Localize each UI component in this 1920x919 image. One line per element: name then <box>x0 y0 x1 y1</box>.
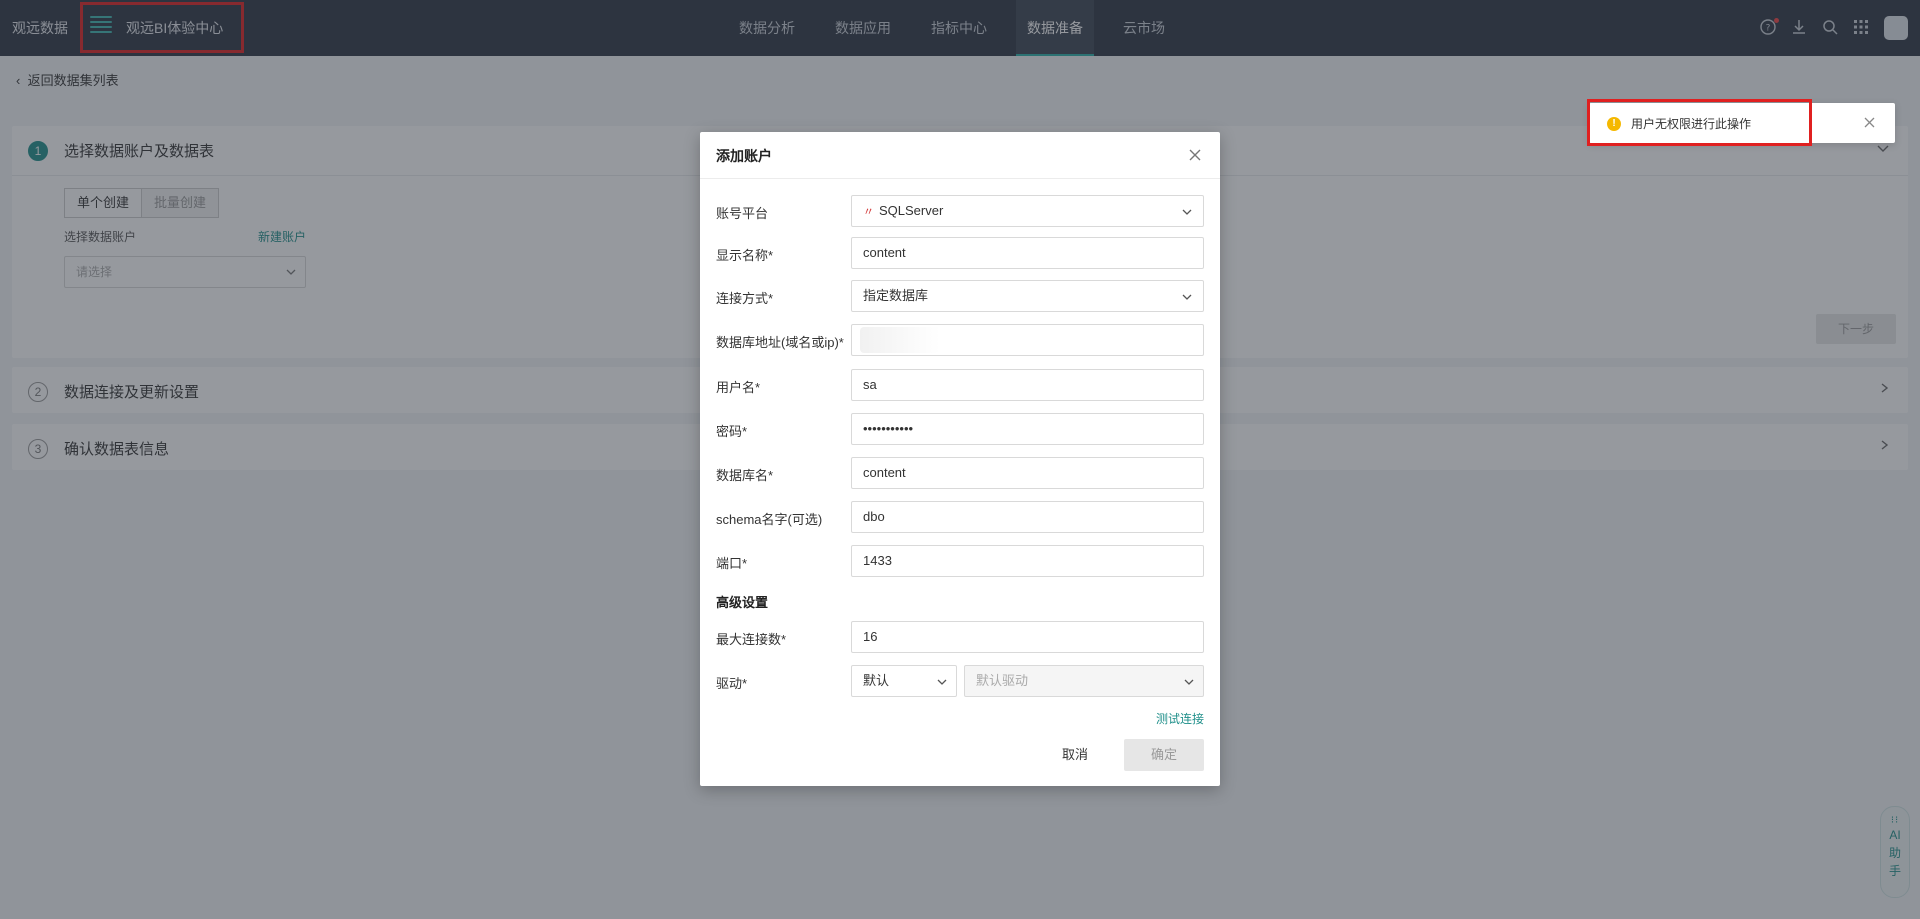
max-conn-input[interactable]: 16 <box>851 621 1204 653</box>
close-icon[interactable] <box>1864 117 1875 128</box>
test-connection-link[interactable]: 测试连接 <box>1156 710 1204 727</box>
driver-select[interactable]: 默认 <box>851 665 957 697</box>
row-platform: 账号平台 〃 SQLServer <box>716 195 1204 227</box>
advanced-settings-title: 高级设置 <box>716 595 769 610</box>
row-port: 端口* 1433 <box>716 545 1204 577</box>
sqlserver-icon: 〃 <box>863 206 874 218</box>
close-icon[interactable] <box>1188 148 1202 162</box>
schema-input[interactable]: dbo <box>851 501 1204 533</box>
db-name-label: 数据库名* <box>716 468 774 483</box>
row-connect-mode: 连接方式* 指定数据库 <box>716 280 1204 312</box>
chevron-down-icon <box>1182 294 1192 300</box>
driver-value: 默认 <box>863 673 890 688</box>
connect-mode-label: 连接方式* <box>716 291 774 306</box>
cancel-button[interactable]: 取消 <box>1045 739 1105 771</box>
chevron-down-icon <box>937 679 947 685</box>
port-label: 端口* <box>716 556 748 571</box>
driver-detail-select[interactable]: 默认驱动 <box>964 665 1204 697</box>
port-input[interactable]: 1433 <box>851 545 1204 577</box>
password-label: 密码* <box>716 424 748 439</box>
row-max-conn: 最大连接数* 16 <box>716 621 1204 653</box>
username-label: 用户名* <box>716 380 761 395</box>
connect-mode-select[interactable]: 指定数据库 <box>851 280 1204 312</box>
row-schema: schema名字(可选) dbo <box>716 501 1204 533</box>
host-label: 数据库地址(域名或ip)* <box>716 335 844 350</box>
display-name-input[interactable]: content <box>851 237 1204 269</box>
username-input[interactable]: sa <box>851 369 1204 401</box>
platform-select[interactable]: 〃 SQLServer <box>851 195 1204 227</box>
display-name-label: 显示名称* <box>716 248 774 263</box>
row-host: 数据库地址(域名或ip)* <box>716 324 1204 356</box>
chevron-down-icon <box>1184 679 1194 685</box>
host-input[interactable] <box>851 324 1204 356</box>
row-password: 密码* ••••••••••• <box>716 413 1204 445</box>
password-input[interactable]: ••••••••••• <box>851 413 1204 445</box>
db-name-input[interactable]: content <box>851 457 1204 489</box>
chevron-down-icon <box>1182 209 1192 215</box>
add-account-dialog: 添加账户 账号平台 〃 SQLServer 显示名称* content 连接方式*… <box>700 132 1220 786</box>
schema-label: schema名字(可选) <box>716 512 823 527</box>
row-db-name: 数据库名* content <box>716 457 1204 489</box>
divider <box>700 178 1220 179</box>
platform-label: 账号平台 <box>716 206 769 221</box>
row-driver: 驱动* 默认 默认驱动 <box>716 665 1204 697</box>
confirm-button[interactable]: 确定 <box>1124 739 1204 771</box>
row-display-name: 显示名称* content <box>716 237 1204 269</box>
platform-value: SQLServer <box>879 203 944 218</box>
dialog-title: 添加账户 <box>716 148 772 164</box>
driver-label: 驱动* <box>716 676 748 691</box>
redacted-value <box>860 327 940 353</box>
connect-mode-value: 指定数据库 <box>863 288 929 303</box>
driver-detail-placeholder: 默认驱动 <box>976 673 1029 688</box>
row-username: 用户名* sa <box>716 369 1204 401</box>
highlight-box-toast <box>1587 99 1812 146</box>
max-conn-label: 最大连接数* <box>716 632 787 647</box>
